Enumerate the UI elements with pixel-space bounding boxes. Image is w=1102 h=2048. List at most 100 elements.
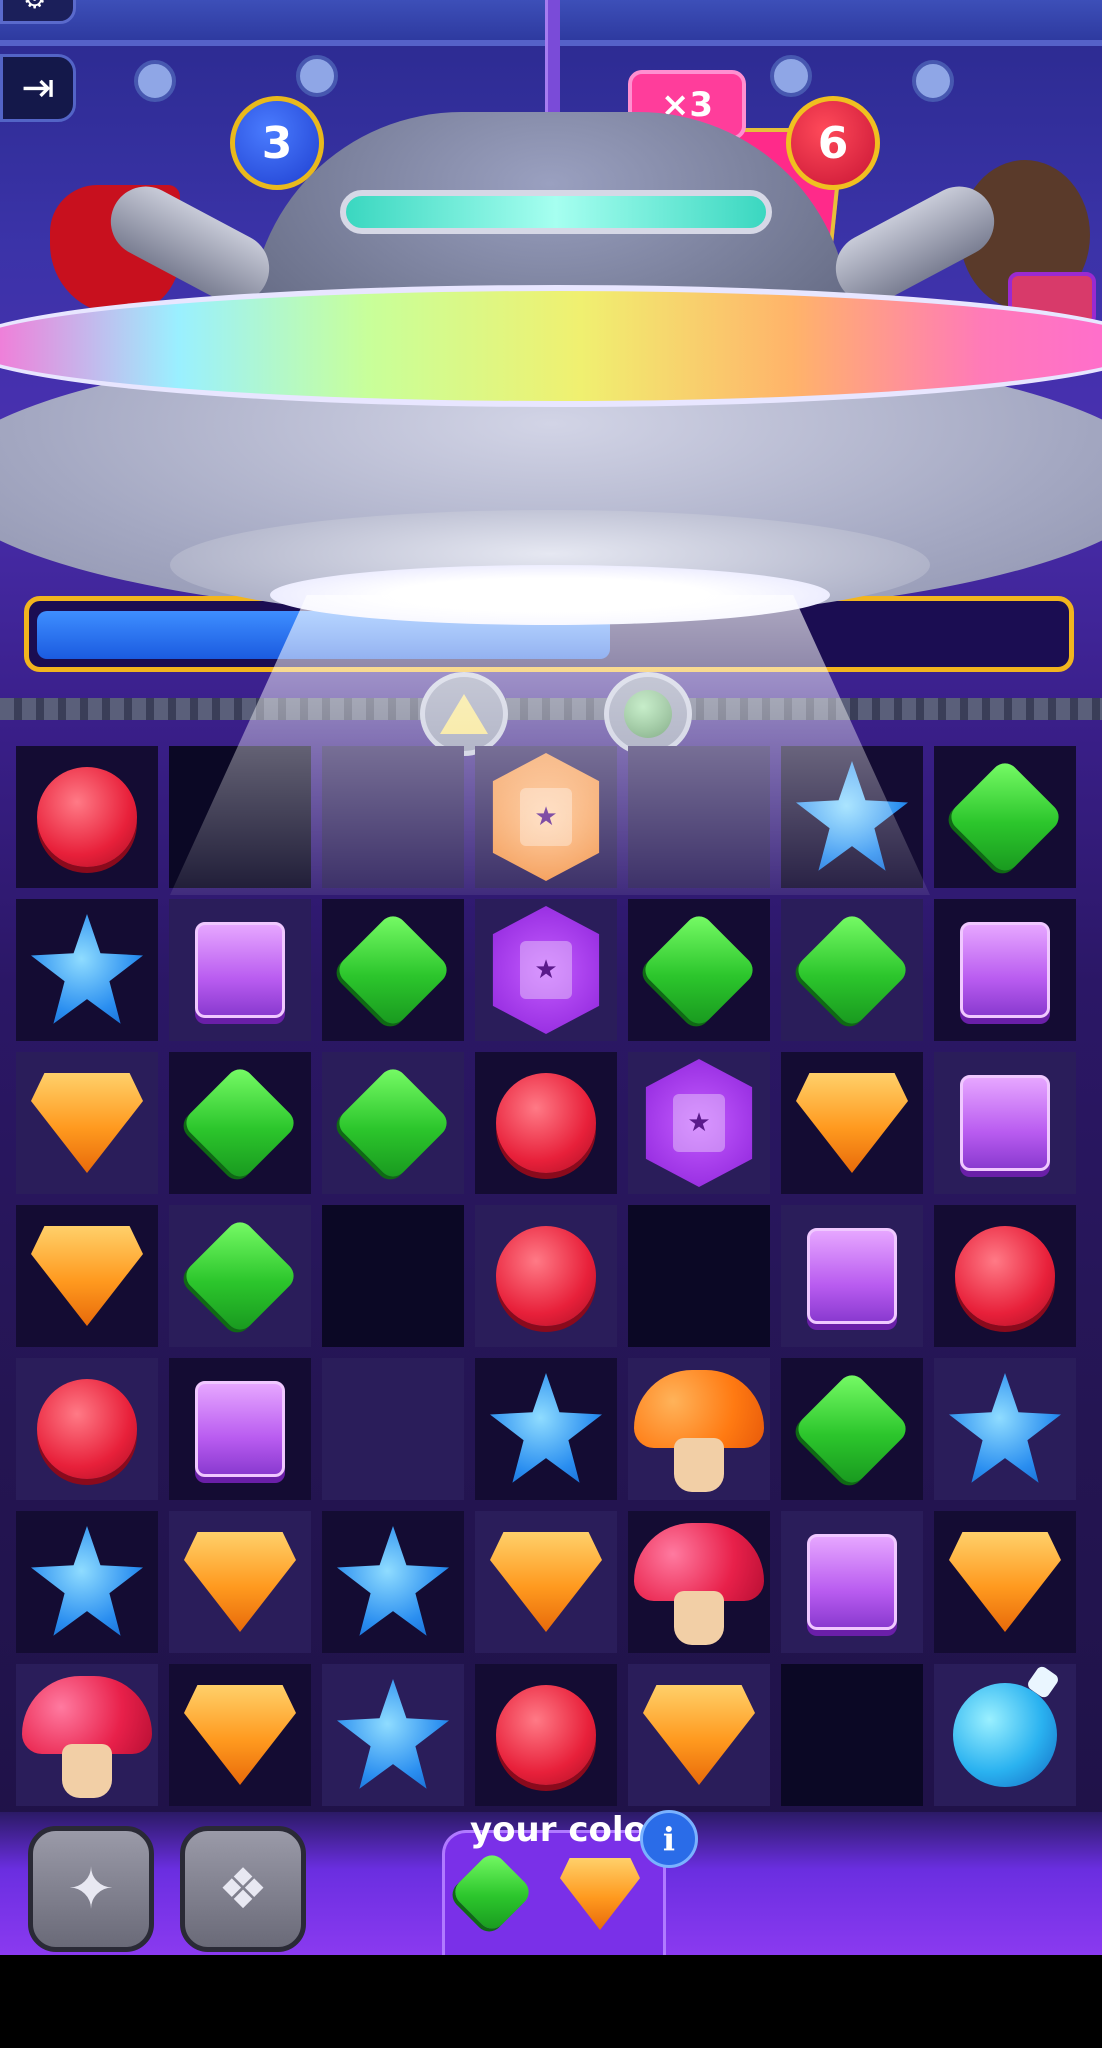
green-gem[interactable] [639,910,759,1030]
red-gem[interactable] [37,1379,137,1479]
board-cell[interactable] [16,1052,158,1194]
book-purple-gem[interactable]: ★ [645,1059,753,1187]
red-gem[interactable] [37,767,137,867]
stars-booster-button[interactable]: ✦ [28,1826,154,1952]
settings-button[interactable]: ⚙ [0,0,76,24]
orange-gem[interactable] [949,1532,1061,1632]
board-cell[interactable] [169,1205,311,1347]
mush-red-gem[interactable] [22,1670,152,1800]
board-cell[interactable] [16,1664,158,1806]
blue-gem[interactable] [337,1679,449,1789]
orange-gem[interactable] [490,1532,602,1632]
bomb-gem[interactable] [953,1683,1057,1787]
scarab-icon: ❖ [217,1856,269,1922]
orange-gem[interactable] [31,1226,143,1326]
green-gem[interactable] [333,910,453,1030]
board-cell[interactable] [475,1664,617,1806]
blue-gem[interactable] [31,914,143,1024]
purple-gem[interactable] [960,1075,1050,1171]
board-cell[interactable] [781,1052,923,1194]
blue-gem[interactable] [337,1526,449,1636]
board-cell[interactable] [934,746,1076,888]
board-cell[interactable] [628,1358,770,1500]
board-cell[interactable] [16,1511,158,1653]
purple-gem[interactable] [807,1228,897,1324]
board-cell[interactable] [322,899,464,1041]
green-gem[interactable] [180,1063,300,1183]
board-cell[interactable] [628,1205,770,1347]
board-cell[interactable] [781,1664,923,1806]
book-icon: ★ [520,941,572,999]
board-cell[interactable] [781,1511,923,1653]
board-cell[interactable] [169,899,311,1041]
board-cell[interactable] [628,899,770,1041]
red-gem[interactable] [496,1073,596,1173]
board-cell[interactable] [169,1052,311,1194]
orange-gem[interactable] [184,1532,296,1632]
mushroom-cap [634,1523,764,1601]
board-cell[interactable] [781,1358,923,1500]
orange-gem[interactable] [643,1685,755,1785]
purple-gem[interactable] [807,1534,897,1630]
board-cell[interactable] [322,1052,464,1194]
board-cell[interactable] [934,899,1076,1041]
ufo-rainbow-rim [0,285,1102,407]
board-cell[interactable] [934,1205,1076,1347]
green-gem[interactable] [792,910,912,1030]
green-gem[interactable] [945,757,1065,877]
purple-gem[interactable] [195,922,285,1018]
board-cell[interactable] [781,1205,923,1347]
mush-red-gem[interactable] [634,1517,764,1647]
mushroom-stem [674,1438,724,1492]
mushroom-cap [22,1676,152,1754]
board-cell[interactable] [628,1664,770,1806]
board-cell[interactable]: ★ [475,899,617,1041]
red-gem[interactable] [496,1685,596,1785]
board-cell[interactable] [934,1358,1076,1500]
match3-board: ★★★ [16,746,1086,1812]
board-cell[interactable] [16,746,158,888]
info-button[interactable]: i [640,1810,698,1868]
exit-button[interactable]: ⇥ [0,54,76,122]
board-cell[interactable] [475,1511,617,1653]
scarab-booster-button[interactable]: ❖ [180,1826,306,1952]
green-gem[interactable] [792,1369,912,1489]
board-cell[interactable] [934,1511,1076,1653]
orange-gem[interactable] [184,1685,296,1785]
board-cell[interactable] [934,1664,1076,1806]
board-cell[interactable] [169,1358,311,1500]
orange-gem[interactable] [796,1073,908,1173]
mushroom-stem [674,1591,724,1645]
blue-gem[interactable] [949,1373,1061,1483]
board-cell[interactable] [475,1052,617,1194]
purple-gem[interactable] [960,922,1050,1018]
green-gem[interactable] [180,1216,300,1336]
board-cell[interactable] [16,1205,158,1347]
board-cell[interactable] [475,1205,617,1347]
mush-orange-gem[interactable] [634,1364,764,1494]
red-gem[interactable] [496,1226,596,1326]
orange-gem[interactable] [31,1073,143,1173]
board-cell[interactable] [628,1511,770,1653]
spotlight [770,55,812,97]
board-cell[interactable] [934,1052,1076,1194]
board-cell[interactable]: ★ [628,1052,770,1194]
board-cell[interactable] [322,1664,464,1806]
your-color-green [449,1849,535,1935]
board-cell[interactable] [781,899,923,1041]
purple-gem[interactable] [195,1381,285,1477]
green-gem[interactable] [333,1063,453,1183]
board-cell[interactable] [169,1664,311,1806]
blue-gem[interactable] [490,1373,602,1483]
board-cell[interactable] [16,899,158,1041]
board-cell[interactable] [169,1511,311,1653]
your-color-orange [560,1858,640,1930]
board-cell[interactable] [475,1358,617,1500]
board-cell[interactable] [322,1358,464,1500]
board-cell[interactable] [16,1358,158,1500]
blue-gem[interactable] [31,1526,143,1636]
red-gem[interactable] [955,1226,1055,1326]
board-cell[interactable] [322,1205,464,1347]
board-cell[interactable] [322,1511,464,1653]
book-purple-gem[interactable]: ★ [492,906,600,1034]
